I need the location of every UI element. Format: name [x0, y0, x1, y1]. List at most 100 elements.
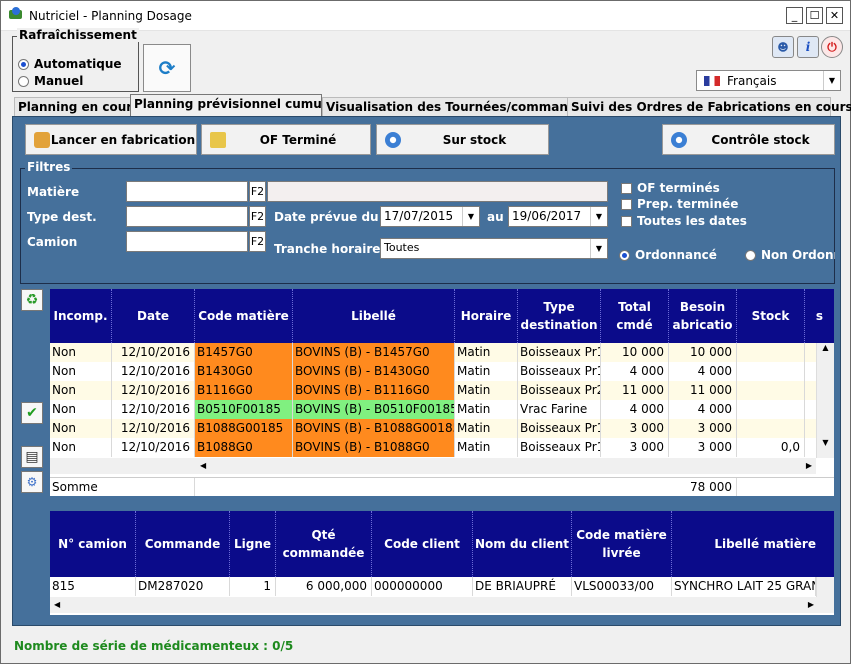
radio-manual-dot[interactable] — [18, 75, 29, 87]
header-type-destination[interactable]: Type destination — [518, 289, 601, 343]
header-nom-client[interactable]: Nom du client — [473, 511, 572, 577]
radio-manual[interactable]: Manuel — [18, 74, 83, 88]
date-from-input[interactable]: 17/07/2015 ▼ — [380, 206, 480, 227]
header-ligne[interactable]: Ligne — [230, 511, 276, 577]
radio-manual-label: Manuel — [34, 74, 84, 88]
table-row[interactable]: Non 12/10/2016 B0510F00185 BOVINS (B) - B05… — [50, 400, 816, 419]
cell-date: 12/10/2016 — [112, 343, 195, 362]
header-horaire[interactable]: Horaire — [455, 289, 518, 343]
cell-libelle: BOVINS (B) - B1116G0 — [293, 381, 455, 400]
of-termines-checkbox[interactable]: OF terminés — [621, 181, 720, 195]
table-row[interactable]: Non 12/10/2016 B1088G00185 BOVINS (B) - B10… — [50, 419, 816, 438]
cell-besoin: 3 000 — [669, 419, 737, 438]
radio-ordonnance-dot[interactable] — [619, 249, 630, 261]
cell-horaire: Matin — [455, 419, 518, 438]
stock-check-button[interactable]: Contrôle stock — [662, 124, 835, 155]
header-besoin[interactable]: Besoin abricatio — [669, 289, 737, 343]
document-check-icon — [210, 131, 226, 148]
date-from-chevron-icon[interactable]: ▼ — [462, 207, 479, 226]
tranche-value: Toutes — [384, 241, 420, 254]
cell-incomp: Non — [50, 381, 112, 400]
header-code-matiere[interactable]: Code matière — [195, 289, 293, 343]
table-row[interactable]: Non 12/10/2016 B1088G0 BOVINS (B) - B1088G0… — [50, 438, 816, 457]
tranche-chevron-icon[interactable]: ▼ — [590, 239, 607, 258]
cell-commande: DM287020 — [136, 577, 230, 596]
header-libelle-matiere[interactable]: Libellé matière — [672, 511, 834, 577]
camion-f2-button[interactable]: F2 — [249, 231, 266, 252]
info-icon[interactable]: i — [797, 36, 819, 58]
table-row[interactable]: Non 12/10/2016 B1116G0 BOVINS (B) - B1116G0… — [50, 381, 816, 400]
radio-automatic-dot[interactable] — [18, 58, 29, 70]
table-row[interactable]: Non 12/10/2016 B1430G0 BOVINS (B) - B1430G0… — [50, 362, 816, 381]
header-code-matiere-livree[interactable]: Code matière livrée — [572, 511, 672, 577]
header-date[interactable]: Date — [112, 289, 195, 343]
commands-horizontal-scrollbar[interactable]: ◀ ▶ — [50, 597, 834, 613]
radio-non-ordonnance[interactable]: Non Ordonnancé — [745, 248, 835, 262]
tab-suivi-of[interactable]: Suivi des Ordres de Fabrications en cour… — [567, 97, 851, 117]
prep-terminee-checkbox[interactable]: Prep. terminée — [621, 197, 738, 211]
radio-ordonnance-label: Ordonnancé — [635, 248, 717, 262]
header-code-client[interactable]: Code client — [372, 511, 473, 577]
header-commande[interactable]: Commande — [136, 511, 230, 577]
matiere-f2-button[interactable]: F2 — [249, 181, 266, 202]
cell-besoin: 10 000 — [669, 343, 737, 362]
launch-production-button[interactable]: Lancer en fabrication — [25, 124, 197, 155]
table-row[interactable]: 815 DM287020 1 6 000,000 000000000 DE BRIAUPR… — [50, 577, 816, 596]
tranche-select[interactable]: Toutes ▼ — [380, 238, 608, 259]
radio-ordonnance[interactable]: Ordonnancé — [619, 248, 717, 262]
of-done-button[interactable]: OF Terminé — [201, 124, 371, 155]
date-to-input[interactable]: 19/06/2017 ▼ — [508, 206, 608, 227]
type-dest-f2-button[interactable]: F2 — [249, 206, 266, 227]
checkmark-icon[interactable]: ✔ — [21, 402, 43, 424]
cell-dest: Boisseaux Pr1 — [518, 438, 601, 457]
cell-horaire: Matin — [455, 381, 518, 400]
date-to-chevron-icon[interactable]: ▼ — [590, 207, 607, 226]
header-stock[interactable]: Stock — [737, 289, 805, 343]
maximize-button[interactable]: ☐ — [806, 7, 823, 24]
header-total-cmde[interactable]: Total cmdé — [601, 289, 669, 343]
table-row[interactable]: Non 12/10/2016 B1457G0 BOVINS (B) - B1457G0… — [50, 343, 816, 362]
power-icon[interactable]: ⏻ — [821, 36, 843, 58]
type-dest-input[interactable] — [126, 206, 248, 227]
of-termines-box[interactable] — [621, 182, 632, 194]
cell-incomp: Non — [50, 419, 112, 438]
header-libelle[interactable]: Libellé — [293, 289, 455, 343]
users-icon[interactable]: ☻ — [772, 36, 794, 58]
radio-non-ordonnance-dot[interactable] — [745, 249, 756, 261]
matiere-input[interactable] — [126, 181, 248, 202]
minimize-button[interactable]: _ — [786, 7, 803, 24]
planning-horizontal-scrollbar[interactable]: ◀ ▶ — [50, 458, 816, 474]
prep-terminee-box[interactable] — [621, 198, 632, 210]
header-qte-commandee[interactable]: Qté commandée — [276, 511, 372, 577]
planning-vertical-scrollbar[interactable]: ▲ ▼ — [816, 343, 834, 458]
cell-total: 10 000 — [601, 343, 669, 362]
stock-icon — [385, 131, 401, 148]
recycle-icon[interactable]: ♻ — [21, 289, 43, 311]
tools-icon[interactable]: ⚙ — [21, 471, 43, 493]
camion-input[interactable] — [126, 231, 248, 252]
commands-vertical-scrollbar[interactable] — [816, 577, 834, 599]
header-incomp[interactable]: Incomp. — [50, 289, 112, 343]
header-extra[interactable]: s — [805, 289, 834, 343]
date-to-value: 19/06/2017 — [512, 209, 582, 223]
toutes-dates-box[interactable] — [621, 215, 632, 227]
date-from-label: Date prévue du — [274, 210, 379, 224]
chevron-down-icon[interactable]: ▼ — [823, 71, 840, 90]
cell-horaire: Matin — [455, 438, 518, 457]
toutes-dates-checkbox[interactable]: Toutes les dates — [621, 214, 747, 228]
refresh-button[interactable]: ⟳ — [143, 44, 191, 92]
cell-besoin: 3 000 — [669, 438, 737, 457]
save-icon[interactable]: ▤ — [21, 446, 43, 468]
cell-ligne: 1 — [230, 577, 276, 596]
close-button[interactable]: ✕ — [826, 7, 843, 24]
radio-automatic[interactable]: Automatique — [18, 57, 122, 71]
tab-visualisation-tournees[interactable]: Visualisation des Tournées/commandes — [322, 97, 592, 117]
language-select[interactable]: Français ▼ — [696, 70, 841, 91]
tab-planning-previsionnel[interactable]: Planning prévisionnel cumulé — [130, 94, 334, 117]
on-stock-button[interactable]: Sur stock — [376, 124, 549, 155]
header-camion[interactable]: N° camion — [50, 511, 136, 577]
tab-planning-en-cours[interactable]: Planning en cours — [14, 97, 139, 117]
cell-code_mat: VLS00033/00 — [572, 577, 672, 596]
cell-libelle: BOVINS (B) - B1430G0 — [293, 362, 455, 381]
language-value: Français — [727, 74, 777, 88]
